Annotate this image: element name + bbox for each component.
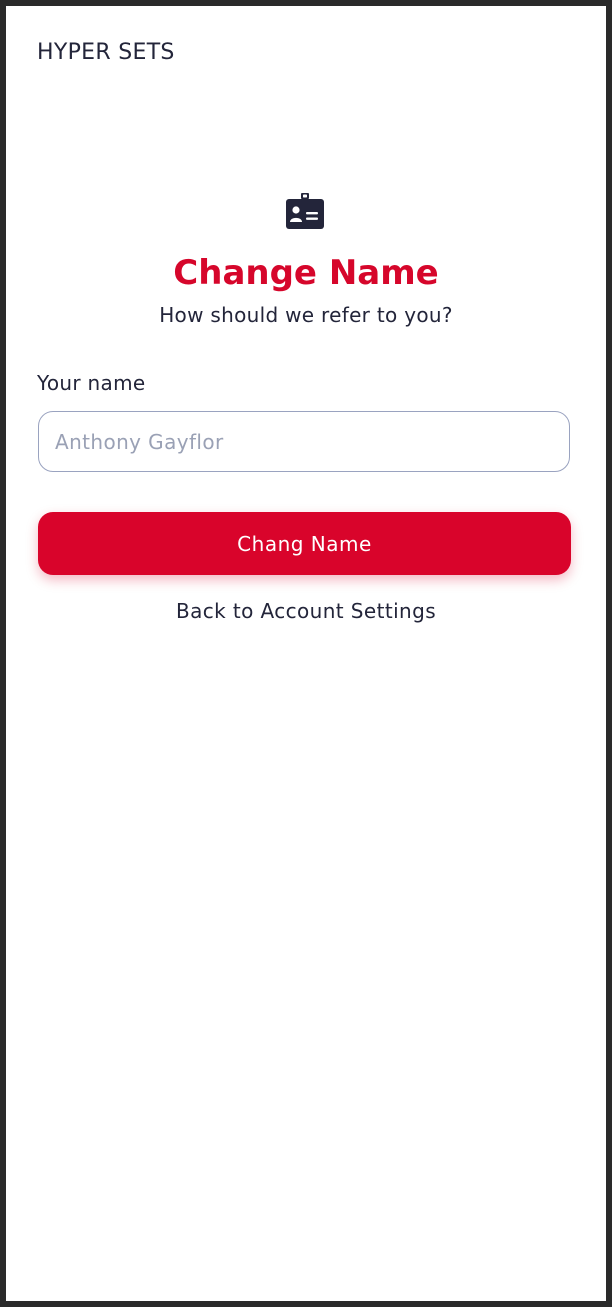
back-to-account-settings-link[interactable]: Back to Account Settings [6, 599, 606, 623]
id-card-icon [286, 193, 324, 229]
name-field-label: Your name [37, 371, 146, 395]
page-title: Change Name [173, 253, 439, 293]
change-name-button[interactable]: Chang Name [38, 512, 571, 575]
page-subtitle: How should we refer to you? [159, 303, 453, 327]
app-brand: HYPER SETS [37, 40, 175, 65]
screen: HYPER SETS Change Name How should we ref… [6, 6, 606, 1301]
name-input[interactable] [38, 411, 570, 472]
